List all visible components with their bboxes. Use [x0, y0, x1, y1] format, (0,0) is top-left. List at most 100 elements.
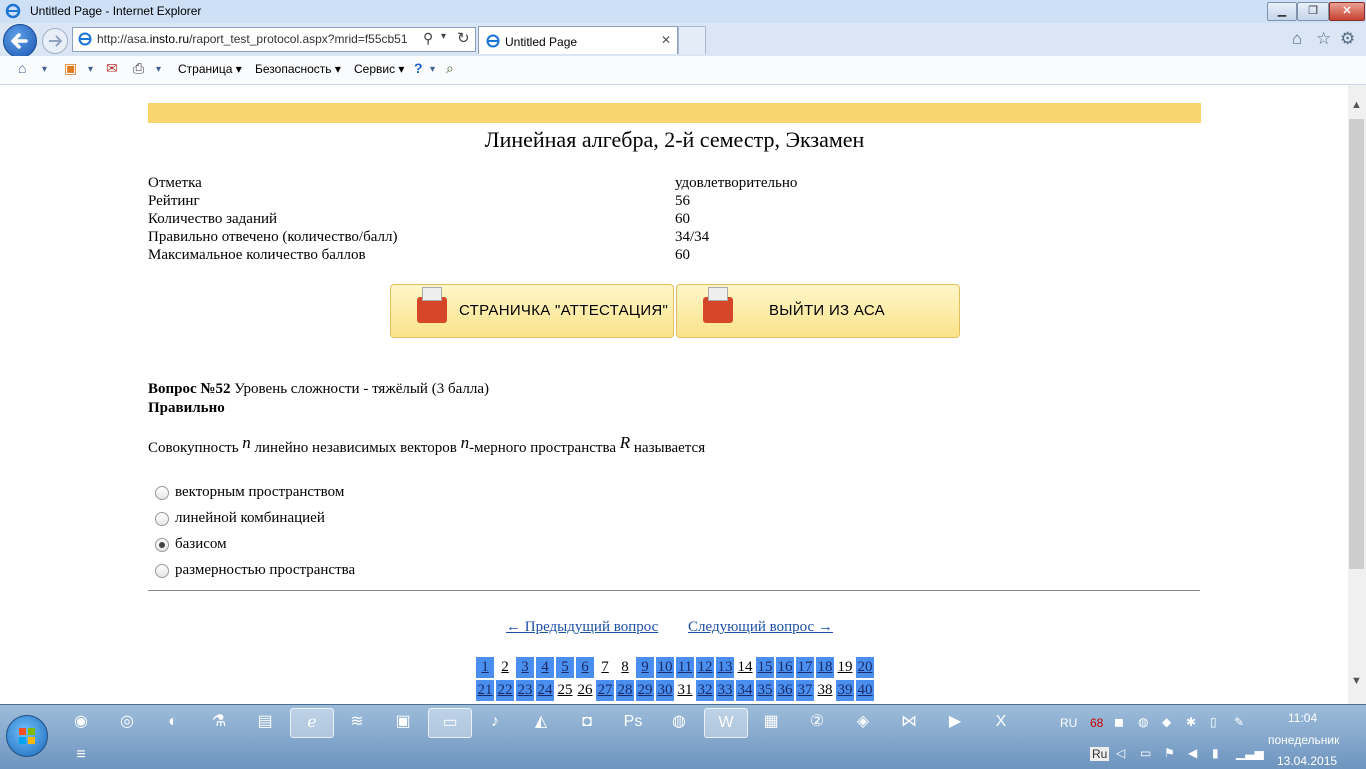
- photoshop-icon[interactable]: Ps: [612, 708, 654, 736]
- address-bar[interactable]: http://asa.insto.ru/raport_test_protocol…: [72, 27, 476, 52]
- favorites-star-icon[interactable]: ☆: [1316, 29, 1331, 49]
- maximize-button[interactable]: ❐: [1297, 2, 1329, 21]
- question-page-link[interactable]: 24: [536, 680, 554, 701]
- question-page-link[interactable]: 12: [696, 657, 714, 678]
- question-page-link[interactable]: 38: [816, 680, 834, 701]
- qip-icon[interactable]: ②: [796, 708, 838, 736]
- question-page-link[interactable]: 1: [476, 657, 494, 678]
- question-page-link[interactable]: 2: [496, 657, 514, 678]
- clock-day[interactable]: понедельник: [1268, 733, 1339, 747]
- radio-button[interactable]: [155, 512, 169, 526]
- scroll-up-icon[interactable]: ▲: [1351, 99, 1362, 111]
- question-page-link[interactable]: 8: [616, 657, 634, 678]
- word-icon[interactable]: W: [704, 708, 748, 738]
- help-icon[interactable]: ?: [414, 60, 423, 76]
- mail-icon[interactable]: ✉: [106, 60, 118, 77]
- screen-icon[interactable]: ▣: [382, 708, 424, 736]
- question-page-link[interactable]: 14: [736, 657, 754, 678]
- url-text[interactable]: http://asa.insto.ru/raport_test_protocol…: [97, 32, 407, 46]
- new-tab-button[interactable]: [678, 26, 706, 54]
- question-page-link[interactable]: 11: [676, 657, 694, 678]
- question-page-link[interactable]: 17: [796, 657, 814, 678]
- minimize-button[interactable]: ▁: [1267, 2, 1297, 21]
- menu-service[interactable]: Сервис ▾: [354, 62, 404, 76]
- start-button[interactable]: [6, 715, 48, 757]
- radio-button[interactable]: [155, 486, 169, 500]
- radio-button-selected[interactable]: [155, 538, 169, 552]
- tray-app-icon[interactable]: ◆: [1162, 715, 1171, 729]
- question-page-link[interactable]: 22: [496, 680, 514, 701]
- speaker-icon[interactable]: ◁: [1116, 746, 1125, 760]
- excel-icon[interactable]: X: [980, 708, 1022, 736]
- previous-question-link[interactable]: ← Предыдущий вопрос: [506, 619, 658, 636]
- home-icon[interactable]: ⌂: [1292, 29, 1302, 49]
- display-icon[interactable]: ▭: [1140, 746, 1151, 760]
- question-page-link[interactable]: 18: [816, 657, 834, 678]
- refresh-icon[interactable]: ↻: [457, 29, 470, 47]
- nvidia-icon[interactable]: ◼: [1114, 715, 1124, 729]
- tray-app-icon[interactable]: ▯: [1210, 715, 1217, 729]
- media-player-icon[interactable]: ◎: [106, 708, 148, 736]
- print-icon[interactable]: ⎙: [133, 60, 144, 77]
- back-button[interactable]: [3, 24, 37, 58]
- question-page-link[interactable]: 16: [776, 657, 794, 678]
- tab-untitled-page[interactable]: Untitled Page ✕: [478, 26, 678, 54]
- question-page-link[interactable]: 15: [756, 657, 774, 678]
- dropdown-arrow-icon[interactable]: ▾: [42, 64, 47, 75]
- clock-time[interactable]: 11:04: [1288, 711, 1317, 725]
- keyboard-layout-indicator[interactable]: Ru: [1090, 747, 1110, 761]
- visual-studio-icon[interactable]: ⋈: [888, 708, 930, 736]
- volume-icon[interactable]: ♪: [474, 708, 516, 736]
- installer-icon[interactable]: ⚗: [198, 708, 240, 736]
- video-player-icon[interactable]: ▶: [934, 708, 976, 736]
- power-icon[interactable]: ▮: [1212, 746, 1219, 760]
- question-page-link[interactable]: 28: [616, 680, 634, 701]
- question-page-link[interactable]: 19: [836, 657, 854, 678]
- tray-app-icon[interactable]: ✱: [1186, 715, 1196, 729]
- question-page-link[interactable]: 7: [596, 657, 614, 678]
- daemon-tools-icon[interactable]: ◐: [152, 708, 194, 736]
- vertical-scrollbar[interactable]: ▲ ▼: [1348, 85, 1366, 704]
- tab-close-icon[interactable]: ✕: [661, 33, 671, 47]
- question-page-link[interactable]: 40: [856, 680, 874, 701]
- firefox-icon[interactable]: ◍: [658, 708, 700, 736]
- clock-date[interactable]: 13.04.2015: [1277, 754, 1337, 768]
- question-page-link[interactable]: 31: [676, 680, 694, 701]
- question-page-link[interactable]: 23: [516, 680, 534, 701]
- attestation-page-button[interactable]: СТРАНИЧКА "АТТЕСТАЦИЯ": [390, 284, 674, 338]
- search-icon[interactable]: ⚲: [423, 30, 433, 47]
- radio-button[interactable]: [155, 564, 169, 578]
- scroll-down-icon[interactable]: ▼: [1351, 675, 1362, 687]
- research-icon[interactable]: ⌕: [446, 60, 454, 77]
- chrome-icon[interactable]: ◉: [60, 708, 102, 736]
- question-page-link[interactable]: 9: [636, 657, 654, 678]
- scroll-thumb[interactable]: [1349, 119, 1364, 569]
- question-page-link[interactable]: 3: [516, 657, 534, 678]
- close-window-button[interactable]: ✕: [1329, 2, 1365, 21]
- tray-app-icon[interactable]: ✎: [1234, 715, 1244, 729]
- dropdown-arrow-icon[interactable]: ▾: [156, 64, 161, 75]
- question-page-link[interactable]: 6: [576, 657, 594, 678]
- question-page-link[interactable]: 39: [836, 680, 854, 701]
- avast-icon[interactable]: ◭: [520, 708, 562, 736]
- question-page-link[interactable]: 13: [716, 657, 734, 678]
- menu-page[interactable]: Страница ▾: [178, 62, 242, 76]
- exit-asa-button[interactable]: ВЫЙТИ ИЗ АСА: [676, 284, 960, 338]
- question-page-link[interactable]: 33: [716, 680, 734, 701]
- question-page-link[interactable]: 34: [736, 680, 754, 701]
- question-page-link[interactable]: 5: [556, 657, 574, 678]
- network-signal-icon[interactable]: ▁▃▅: [1236, 746, 1264, 760]
- question-page-link[interactable]: 20: [856, 657, 874, 678]
- question-page-link[interactable]: 35: [756, 680, 774, 701]
- question-page-link[interactable]: 26: [576, 680, 594, 701]
- wifi-icon[interactable]: ≋: [336, 708, 378, 736]
- dropdown-arrow-icon[interactable]: ▾: [88, 64, 93, 75]
- question-page-link[interactable]: 21: [476, 680, 494, 701]
- home-icon[interactable]: ⌂: [18, 60, 26, 76]
- camera-icon[interactable]: ◘: [566, 708, 608, 736]
- question-page-link[interactable]: 37: [796, 680, 814, 701]
- question-page-link[interactable]: 29: [636, 680, 654, 701]
- tray-counter[interactable]: 68: [1090, 716, 1103, 730]
- question-page-link[interactable]: 4: [536, 657, 554, 678]
- menu-safety[interactable]: Безопасность ▾: [255, 62, 341, 76]
